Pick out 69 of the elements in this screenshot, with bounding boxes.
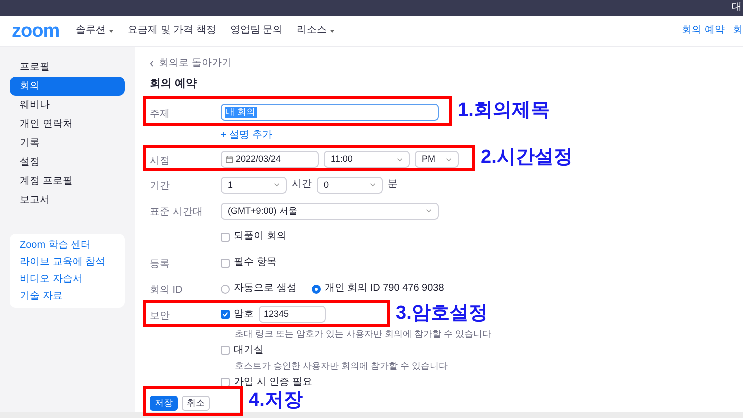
top-bar-text: 대 (732, 3, 743, 13)
annotation-label: 3.암호설정 (396, 304, 488, 323)
resource-link[interactable]: 비디오 자습서 (20, 272, 115, 287)
unit-label: 분 (388, 180, 398, 190)
hint-text: 초대 링크 또는 암호가 있는 사용자만 회의에 참가할 수 있습니다 (234, 330, 492, 339)
calendar-icon (226, 156, 233, 163)
option-label: 개인 회의 ID 790 476 9038 (324, 284, 444, 294)
nav-menu-item[interactable]: 영업팀 문의 (230, 26, 284, 36)
chevron-down-icon (446, 158, 452, 162)
chevron-down-icon (370, 183, 376, 187)
nav-link[interactable]: 회의 예약 (682, 26, 725, 36)
option-label: 필수 항목 (234, 258, 277, 268)
annotation-label: 2.시간설정 (481, 148, 573, 167)
back-link[interactable]: 회의로 돌아가기 (150, 57, 743, 71)
option-label: 되풀이 회의 (234, 232, 287, 242)
resource-link[interactable]: Zoom 학습 센터 (20, 238, 115, 253)
nav-menu-item[interactable]: 리소스 (297, 26, 336, 36)
option-label: 자동으로 생성 (234, 284, 297, 294)
dropdown-field[interactable]: 0 (317, 176, 383, 194)
chevron-down-icon (274, 183, 280, 187)
save-button[interactable]: 저장 (150, 396, 178, 411)
sidebar-item[interactable]: 웨비나 (10, 96, 125, 115)
resource-link[interactable]: 기술 자료 (20, 289, 115, 304)
sidebar-item[interactable]: 설정 (10, 153, 125, 172)
field-label: 표준 시간대 (150, 207, 203, 218)
sidebar-item[interactable]: 프로필 (10, 58, 125, 77)
dropdown-field[interactable]: 1 (221, 176, 287, 194)
checkbox[interactable] (221, 346, 230, 355)
chevron-down-icon (397, 158, 403, 162)
dropdown-field[interactable]: (GMT+9:00) 서울 (221, 202, 439, 220)
sidebar-item[interactable]: 회의 (10, 77, 125, 96)
nav-menu-item[interactable]: 솔루션 (76, 26, 114, 36)
date-field[interactable]: 2022/03/24 (221, 151, 319, 168)
checkmark-icon (222, 311, 229, 318)
field-label: 등록 (150, 259, 170, 270)
field-label: 시점 (150, 156, 170, 166)
unit-label: 시간 (292, 180, 312, 190)
radio-button[interactable] (312, 284, 321, 294)
caret-icon (330, 30, 336, 32)
chevron-left-icon (150, 61, 154, 67)
chevron-down-icon (426, 209, 432, 213)
option-label: 가입 시 인증 필요 (234, 378, 312, 388)
add-description-link[interactable]: + 설명 추가 (221, 131, 272, 141)
field-label: 기간 (150, 181, 170, 192)
checkbox[interactable] (221, 232, 230, 242)
hint-text: 호스트가 승인한 사용자만 회의에 참가할 수 있습니다 (234, 362, 448, 371)
text-field[interactable]: 12345 (259, 306, 326, 323)
field-label: 주제 (150, 108, 170, 120)
sidebar-item[interactable]: 보고서 (10, 191, 125, 210)
caret-icon (109, 30, 114, 32)
annotation-label: 1.회의제목 (458, 101, 550, 120)
option-label: 암호 (234, 310, 254, 320)
nav-link[interactable]: 회 (733, 26, 743, 36)
checkbox[interactable] (221, 258, 230, 268)
sidebar-item[interactable]: 개인 연락처 (10, 115, 125, 134)
radio-button[interactable] (221, 284, 230, 294)
option-label: 대기실 (234, 346, 264, 356)
resource-link[interactable]: 라이브 교육에 참석 (20, 255, 115, 270)
field-label: 보안 (150, 310, 170, 322)
page-title: 회의 예약 (150, 77, 198, 92)
dropdown-field[interactable]: 11:00 (324, 151, 410, 168)
sidebar-item[interactable]: 계정 프로필 (10, 172, 125, 191)
sidebar-item[interactable]: 기록 (10, 134, 125, 153)
dropdown-field[interactable]: PM (415, 151, 459, 168)
nav-menu-item[interactable]: 요금제 및 가격 책정 (128, 26, 216, 36)
annotation-label: 4.저장 (249, 391, 303, 410)
checkbox[interactable] (221, 310, 230, 319)
cancel-button[interactable]: 취소 (182, 396, 210, 411)
field-label: 회의 ID (150, 285, 183, 296)
